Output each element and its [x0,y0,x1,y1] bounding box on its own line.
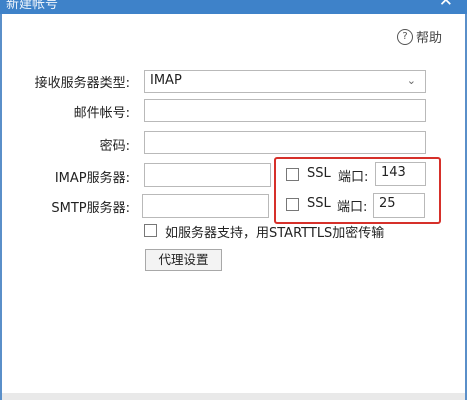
password-label: 密码: [99,139,130,154]
ssl-port-highlight [274,157,441,224]
chevron-down-icon: ⌄ [406,74,416,87]
close-icon[interactable]: ✕ [439,0,453,11]
starttls-checkbox[interactable] [144,224,157,237]
question-circle-icon: ? [397,28,413,45]
receive-type-value: IMAP [150,73,182,88]
starttls-label: 如服务器支持，用STARTTLS加密传输 [165,226,385,241]
help-link[interactable]: ? 帮助 [397,27,442,46]
imap-server-label: IMAP服务器: [54,171,130,186]
window-border-left [0,14,2,400]
password-input[interactable] [144,131,426,154]
smtp-server-input[interactable] [142,194,269,218]
help-label: 帮助 [416,31,443,46]
account-label: 邮件帐号: [73,106,130,121]
proxy-settings-button[interactable]: 代理设置 [145,249,222,271]
smtp-server-label: SMTP服务器: [51,201,130,216]
window-title: 新建帐号 [6,0,59,12]
window-titlebar: 新建帐号 ✕ [0,0,467,14]
receive-type-select[interactable]: IMAP ⌄ [144,70,426,93]
receive-type-label: 接收服务器类型: [34,76,130,91]
account-input[interactable] [144,99,426,122]
dialog-bottom-edge [2,393,465,400]
imap-server-input[interactable] [144,163,271,187]
